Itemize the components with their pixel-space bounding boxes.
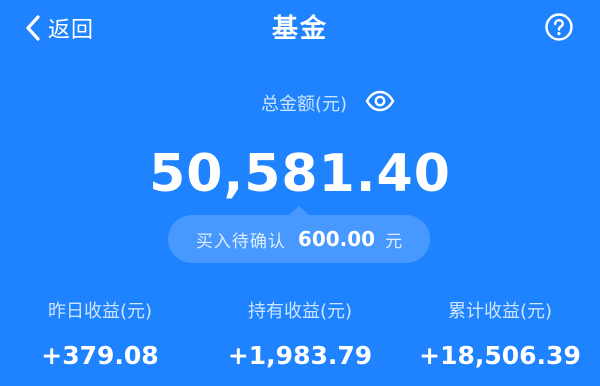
stat-value: +1,983.79 [227, 341, 373, 370]
earnings-stats: 昨日收益(元) +379.08 持有收益(元) +1,983.79 累计收益(元… [0, 298, 600, 378]
pending-unit: 元 [385, 231, 403, 252]
total-label-row: 总金额(元) [0, 90, 600, 116]
pill-pointer [289, 206, 309, 215]
stat-yesterday-earnings: 昨日收益(元) +379.08 [0, 298, 200, 372]
help-button[interactable] [544, 12, 574, 42]
question-circle-icon [544, 13, 574, 46]
stat-value: +18,506.39 [419, 341, 581, 370]
stat-value: +379.08 [41, 341, 159, 370]
pending-confirmation-badge[interactable]: 买入待确认 600.00 元 [168, 206, 430, 263]
stat-label: 累计收益(元) [447, 301, 553, 322]
fund-screen: 返回 基金 总金额(元) 50,581.40 买入待确认 600.00 元 昨日… [0, 0, 600, 386]
stat-cumulative-earnings: 累计收益(元) +18,506.39 [400, 298, 600, 372]
total-amount-label: 总金额(元) [260, 94, 348, 115]
toggle-visibility-button[interactable] [365, 90, 395, 116]
total-amount: 50,581.40 [149, 144, 451, 204]
page-title: 基金 [271, 14, 328, 44]
stat-holding-earnings: 持有收益(元) +1,983.79 [200, 298, 400, 372]
pending-amount: 600.00 [297, 227, 376, 251]
stat-label: 昨日收益(元) [47, 301, 153, 322]
eye-icon [365, 90, 395, 116]
stat-label: 持有收益(元) [247, 301, 353, 322]
pending-label: 买入待确认 [195, 231, 286, 252]
